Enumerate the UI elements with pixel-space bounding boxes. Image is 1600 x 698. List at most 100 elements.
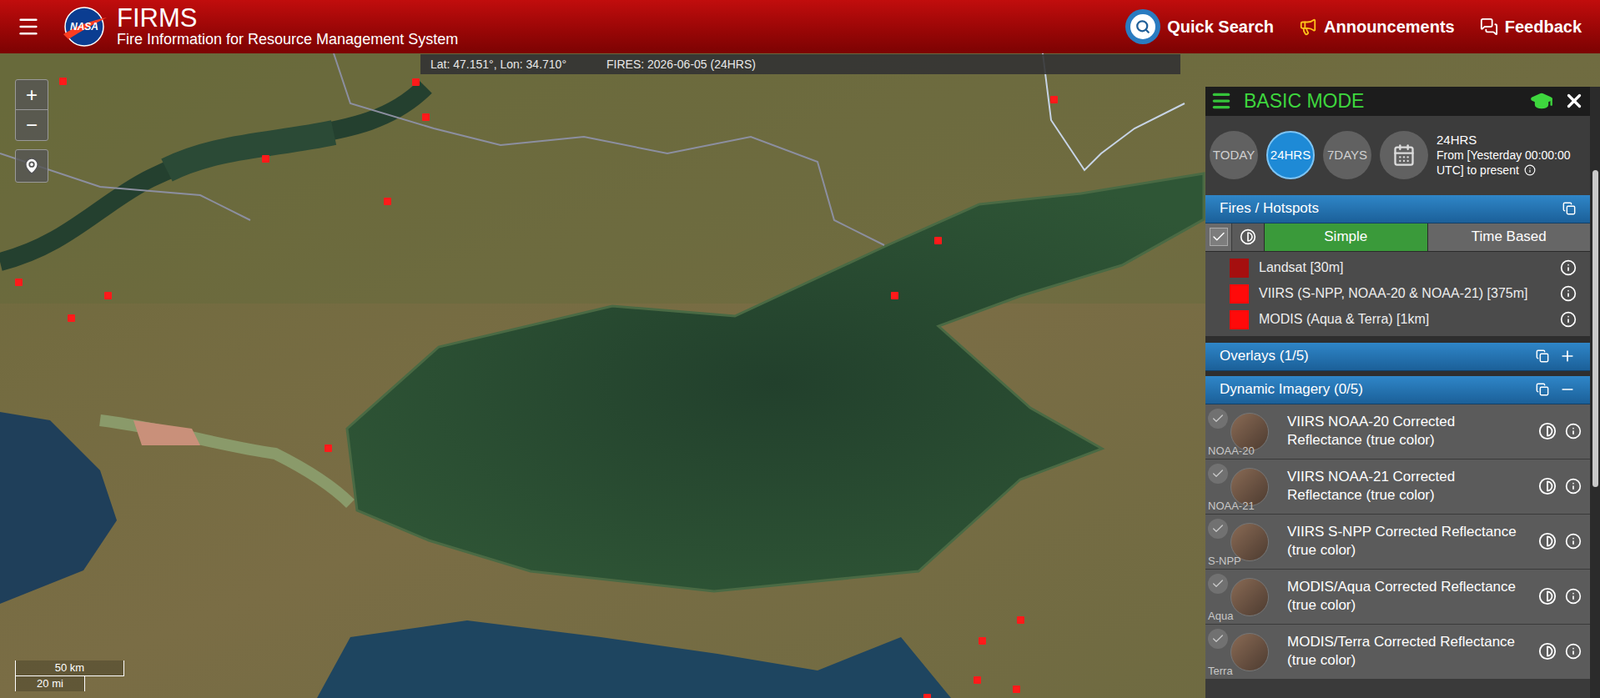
nav-item[interactable]: Feedback bbox=[1479, 14, 1582, 40]
layer-thumbnail[interactable]: NOAA-21 bbox=[1205, 461, 1279, 512]
fire-hotspot[interactable] bbox=[104, 291, 112, 300]
fire-hotspot[interactable] bbox=[15, 278, 23, 287]
fires-toggle[interactable] bbox=[1205, 223, 1233, 252]
fire-hotspot[interactable] bbox=[973, 676, 982, 685]
layer-thumbnail[interactable]: NOAA-20 bbox=[1205, 406, 1279, 457]
fire-hotspot[interactable] bbox=[422, 113, 430, 121]
top-bar: NASA FIRMSFire Information for Resource M… bbox=[0, 0, 1600, 54]
section-title: Fires / Hotspots bbox=[1219, 197, 1319, 220]
nasa-logo-text: NASA bbox=[70, 19, 99, 35]
zoom-in-button[interactable]: + bbox=[15, 80, 48, 111]
imagery-layer-row[interactable]: AquaMODIS/Aqua Corrected Reflectance (tr… bbox=[1205, 569, 1590, 625]
app-title[interactable]: FIRMSFire Information for Resource Manag… bbox=[116, 5, 458, 48]
legend-swatch bbox=[1229, 310, 1249, 330]
hamburger-icon[interactable] bbox=[16, 15, 41, 39]
fire-hotspot[interactable] bbox=[383, 197, 392, 206]
fire-hotspot[interactable] bbox=[934, 236, 942, 245]
layer-thumbnail[interactable]: Aqua bbox=[1205, 571, 1279, 622]
layer-name: VIIRS NOAA-20 Corrected Reflectance (tru… bbox=[1287, 412, 1532, 450]
layer-badge: Terra bbox=[1207, 665, 1233, 677]
info-icon[interactable] bbox=[1559, 259, 1577, 277]
info-icon[interactable] bbox=[1564, 643, 1582, 660]
mode-title: BASIC MODE bbox=[1243, 86, 1364, 116]
close-icon[interactable] bbox=[1563, 90, 1585, 112]
firms-app: NASA FIRMSFire Information for Resource M… bbox=[0, 0, 1600, 698]
contrast-icon[interactable] bbox=[1538, 422, 1557, 441]
popout-icon[interactable] bbox=[1535, 382, 1550, 397]
time-range-button[interactable]: TODAY bbox=[1209, 130, 1258, 180]
info-icon[interactable] bbox=[1564, 422, 1582, 440]
fire-hotspot[interactable] bbox=[412, 78, 420, 86]
layer-badge: S-NPP bbox=[1207, 555, 1242, 567]
contrast-icon[interactable] bbox=[1538, 532, 1557, 551]
opacity-button[interactable] bbox=[1232, 223, 1264, 252]
info-icon[interactable] bbox=[1564, 533, 1582, 550]
locate-button[interactable] bbox=[15, 149, 49, 183]
range-info: 24HRSFrom [Yesterday 00:00:00 UTC] to pr… bbox=[1436, 132, 1586, 178]
fires-header[interactable]: Fires / Hotspots bbox=[1205, 195, 1590, 224]
info-icon[interactable] bbox=[1564, 477, 1582, 495]
time-range-button[interactable]: 7DAYS bbox=[1323, 130, 1372, 180]
fire-sources: Landsat [30m]VIIRS (S-NPP, NOAA-20 & NOA… bbox=[1205, 251, 1590, 337]
top-nav: Quick Search Announcements Feedback bbox=[1125, 9, 1600, 45]
display-mode-button[interactable]: Time Based bbox=[1427, 223, 1591, 252]
fire-hotspot[interactable] bbox=[324, 444, 333, 453]
info-icon[interactable] bbox=[1564, 588, 1582, 605]
imagery-layer-row[interactable]: NOAA-20VIIRS NOAA-20 Corrected Reflectan… bbox=[1205, 404, 1590, 460]
info-icon[interactable] bbox=[1559, 311, 1577, 328]
contrast-icon[interactable] bbox=[1538, 642, 1557, 661]
contrast-icon[interactable] bbox=[1538, 587, 1557, 606]
fire-hotspot[interactable] bbox=[1050, 95, 1058, 104]
panel-scrollbar[interactable] bbox=[1589, 86, 1600, 698]
fire-source-row: VIIRS (S-NPP, NOAA-20 & NOAA-21) [375m] bbox=[1205, 281, 1590, 307]
check-icon bbox=[1211, 412, 1225, 426]
fire-hotspot[interactable] bbox=[59, 77, 67, 86]
fire-hotspot[interactable] bbox=[890, 291, 899, 300]
fire-hotspot[interactable] bbox=[978, 637, 987, 645]
nasa-logo[interactable]: NASA bbox=[60, 5, 109, 48]
time-range-button[interactable]: 24HRS bbox=[1266, 130, 1315, 180]
imagery-layer-row[interactable]: Terra MODIS/Terra Corrected Reflectance (… bbox=[1205, 624, 1590, 680]
popout-icon[interactable] bbox=[1562, 201, 1576, 216]
layer-badge: NOAA-21 bbox=[1207, 500, 1255, 512]
layer-name: MODIS/Terra Corrected Reflectance (true … bbox=[1287, 633, 1532, 670]
overlays-header[interactable]: Overlays (1/5) bbox=[1205, 342, 1590, 372]
section-title: Overlays (1/5) bbox=[1219, 345, 1309, 368]
panel-menu-icon[interactable] bbox=[1210, 90, 1233, 112]
imagery-list: NOAA-20VIIRS NOAA-20 Corrected Reflectan… bbox=[1205, 404, 1590, 698]
chat-icon bbox=[1479, 17, 1499, 36]
section-title: Dynamic Imagery (0/5) bbox=[1219, 378, 1364, 401]
layer-thumbnail[interactable]: S-NPP bbox=[1205, 516, 1279, 567]
nav-item[interactable]: Quick Search bbox=[1125, 9, 1274, 45]
zoom-controls: +− bbox=[15, 79, 49, 141]
graduation-cap-icon[interactable] bbox=[1529, 89, 1554, 113]
fires-toolbar: SimpleTime Based bbox=[1205, 223, 1590, 252]
fire-hotspot[interactable] bbox=[1012, 685, 1021, 694]
imagery-layer-row[interactable]: NOAA-21VIIRS NOAA-21 Corrected Reflectan… bbox=[1205, 459, 1590, 515]
fire-hotspot[interactable] bbox=[923, 694, 931, 698]
scale-bar: 50 km20 mi bbox=[15, 660, 125, 692]
expand-icon[interactable] bbox=[1559, 347, 1576, 365]
display-mode-button[interactable]: Simple bbox=[1263, 223, 1428, 252]
fire-source-row: MODIS (Aqua & Terra) [1km] bbox=[1205, 306, 1590, 333]
imagery-layer-row[interactable]: S-NPPVIIRS S-NPP Corrected Reflectance (… bbox=[1205, 514, 1590, 570]
scale-mi: 20 mi bbox=[15, 676, 86, 692]
fire-hotspot[interactable] bbox=[1016, 616, 1025, 624]
calendar-button[interactable] bbox=[1379, 130, 1429, 180]
fire-hotspot[interactable] bbox=[67, 314, 76, 323]
panel-header: BASIC MODE bbox=[1205, 86, 1590, 116]
layer-thumbnail[interactable]: Terra bbox=[1205, 626, 1279, 677]
zoom-out-button[interactable]: − bbox=[15, 110, 48, 141]
collapse-icon[interactable] bbox=[1559, 381, 1576, 398]
fire-hotspot[interactable] bbox=[261, 155, 270, 163]
fires-date: FIRES: 2026-06-05 (24HRS) bbox=[606, 55, 756, 74]
contrast-icon[interactable] bbox=[1538, 477, 1557, 496]
dynamic-imagery-header[interactable]: Dynamic Imagery (0/5) bbox=[1205, 376, 1590, 405]
nav-item[interactable]: Announcements bbox=[1298, 14, 1455, 40]
check-icon bbox=[1211, 229, 1227, 245]
popout-icon[interactable] bbox=[1535, 349, 1550, 363]
layer-panel: BASIC MODE TODAY24HRS7DAYS 24HRSFrom [Yest… bbox=[1205, 86, 1600, 698]
info-icon[interactable] bbox=[1559, 285, 1577, 302]
info-icon[interactable] bbox=[1524, 164, 1536, 177]
calendar-icon bbox=[1392, 143, 1416, 167]
